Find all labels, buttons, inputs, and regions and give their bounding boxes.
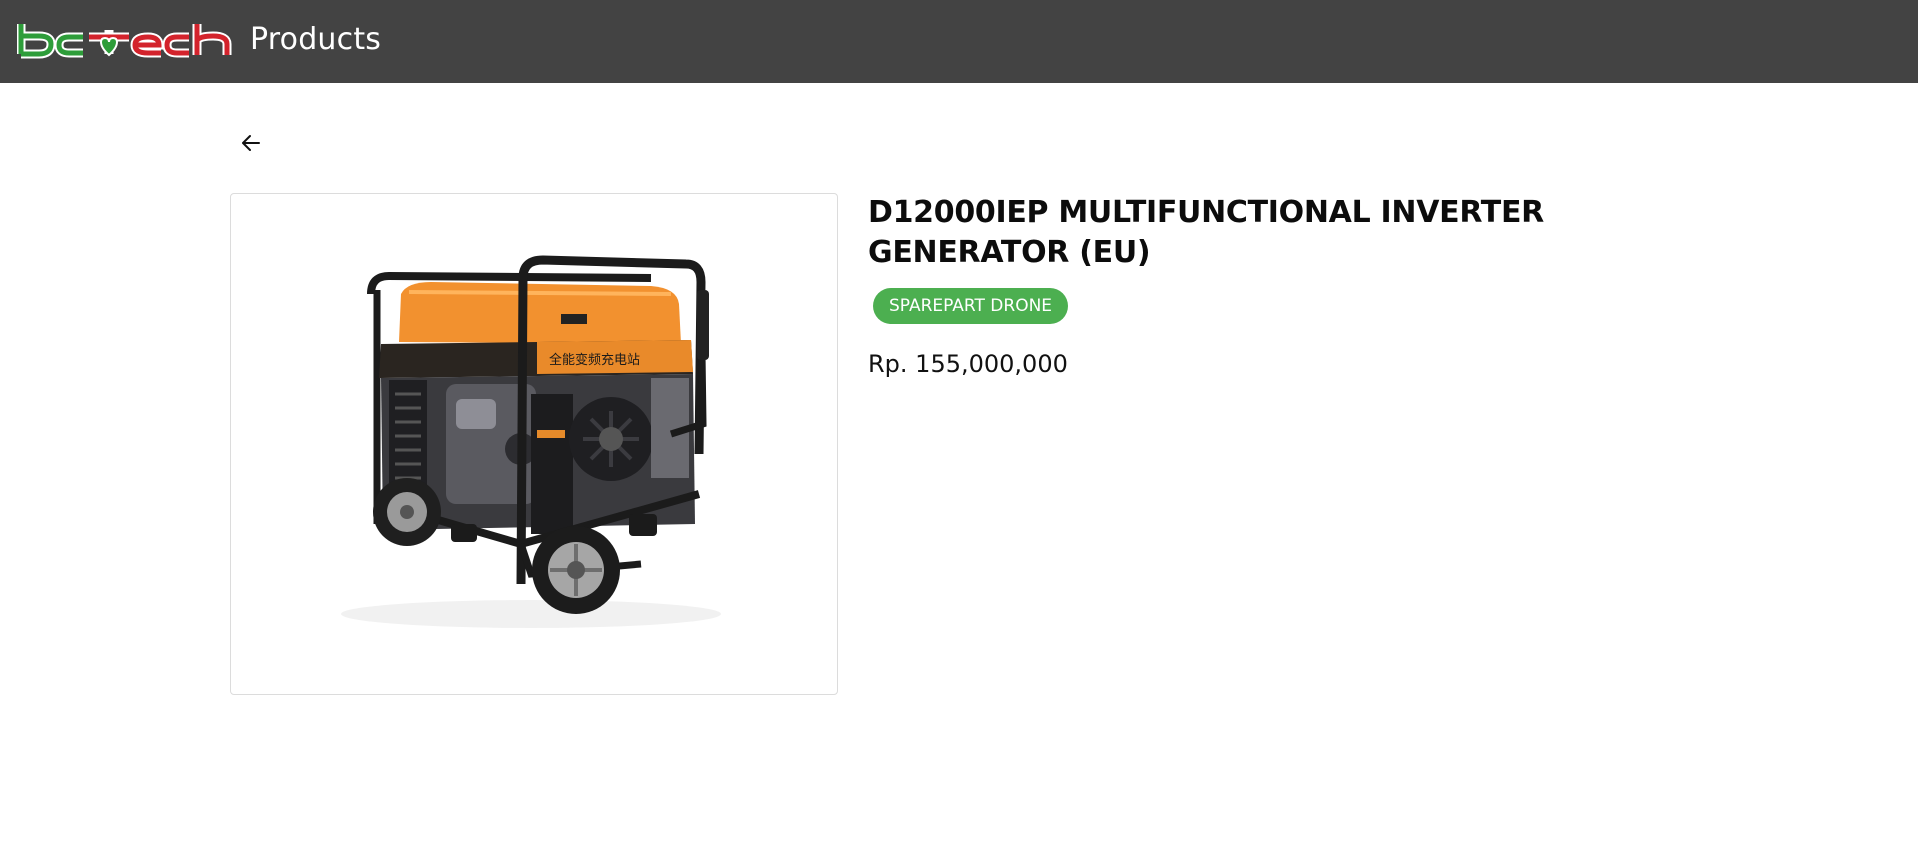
product-price: Rp. 155,000,000 — [868, 350, 1068, 378]
image-label-text: 全能变频充电站 — [549, 352, 640, 368]
page-title: Products — [250, 22, 382, 57]
category-badge: SPAREPART DRONE — [873, 288, 1069, 324]
bctech-logo[interactable] — [17, 20, 237, 60]
back-button[interactable] — [232, 126, 270, 160]
top-app-bar: Products — [0, 0, 1918, 83]
arrow-left-icon — [242, 135, 260, 151]
product-image-card: 全能变频充电站 — [230, 193, 838, 695]
product-title: D12000IEP MULTIFUNCTIONAL INVERTER GENER… — [868, 195, 1544, 270]
generator-product-image[interactable]: 全能变频充电站 — [231, 194, 838, 695]
